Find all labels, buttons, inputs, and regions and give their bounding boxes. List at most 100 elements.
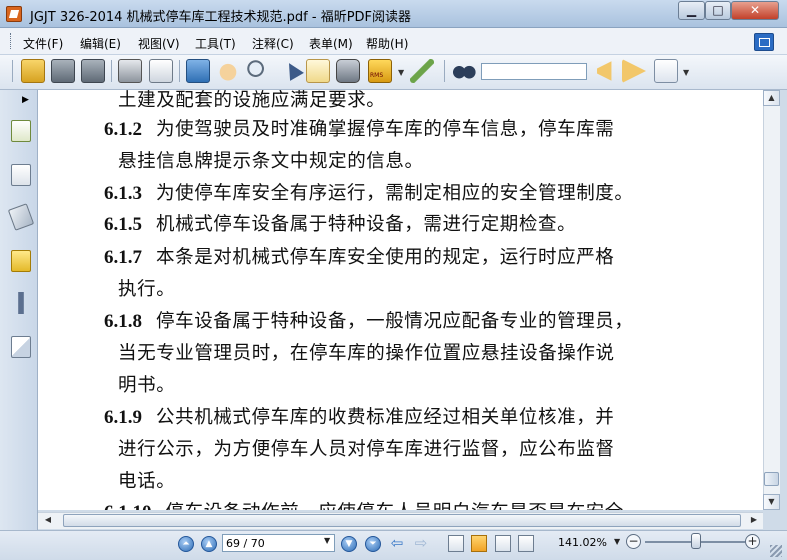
next-page-button[interactable]: ▼: [341, 536, 357, 552]
clause-number: 6.1.9: [104, 407, 142, 428]
zoom-level[interactable]: 141.02%: [558, 536, 607, 549]
rms-label: RMS: [370, 72, 384, 79]
zoom-in-button[interactable]: +: [745, 534, 760, 549]
clause-number: 6.1.2: [104, 119, 142, 140]
continuous-facing-view-icon[interactable]: [518, 535, 534, 552]
text-select-icon[interactable]: [306, 59, 330, 83]
search-options-icon[interactable]: [654, 59, 678, 83]
clause-text: 机械式停车设备属于特种设备，需进行定期检查。: [156, 214, 577, 235]
clause-number: 6.1.8: [104, 311, 142, 332]
doc-line: 执行。: [104, 275, 175, 301]
email-icon[interactable]: [149, 59, 173, 83]
clause-number: 6.1.3: [104, 183, 142, 204]
minimize-button[interactable]: ▁: [678, 1, 705, 20]
open-icon[interactable]: [21, 59, 45, 83]
back-view-icon[interactable]: ⇦: [388, 535, 406, 551]
scroll-left-button[interactable]: ◀: [40, 513, 56, 528]
toolbar-separator: [179, 60, 180, 82]
continuous-view-icon[interactable]: [471, 535, 487, 552]
menu-file[interactable]: 文件(F): [23, 35, 63, 52]
clause-text: 本条是对机械式停车库安全使用的规定，运行时应严格: [156, 247, 615, 268]
menu-help[interactable]: 帮助(H): [366, 35, 408, 52]
previous-page-button[interactable]: ▲: [201, 536, 217, 552]
menu-edit[interactable]: 编辑(E): [80, 35, 121, 52]
maximize-button[interactable]: □: [705, 1, 731, 20]
clause-text: 明书。: [118, 375, 176, 396]
scroll-down-button[interactable]: ▼: [763, 494, 780, 510]
zoom-out-button[interactable]: −: [626, 534, 641, 549]
clause-text: 停车设备动作前，应使停车人员明白汽车是否是在安全: [166, 502, 624, 510]
zoom-dropdown-arrow[interactable]: ▼: [614, 537, 620, 546]
zoom-tool-icon[interactable]: [246, 59, 270, 83]
comments-icon[interactable]: [11, 250, 31, 272]
clause-text: 公共机械式停车库的收费标准应经过相关单位核准，并: [156, 407, 615, 428]
close-button[interactable]: ✕: [731, 1, 779, 20]
print-icon[interactable]: [118, 59, 142, 83]
forward-view-icon[interactable]: ⇨: [412, 535, 430, 551]
scroll-right-button[interactable]: ▶: [746, 513, 762, 528]
document-area[interactable]: 土建及配套的设施应满足要求。 6.1.2 为使驾驶员及时准确掌握停车库的停车信息，…: [38, 90, 763, 510]
clause-text: 土建及配套的设施应满足要求。: [118, 90, 386, 111]
single-page-view-icon[interactable]: [448, 535, 464, 552]
select-arrow-icon[interactable]: [278, 59, 302, 83]
find-binoculars-icon[interactable]: [452, 59, 476, 83]
search-input[interactable]: [481, 63, 587, 80]
snapshot-icon[interactable]: [336, 59, 360, 83]
rms-lock-icon[interactable]: RMS: [368, 59, 392, 83]
clause-text: 执行。: [118, 279, 176, 300]
signatures-icon[interactable]: [11, 336, 31, 358]
menu-forms[interactable]: 表单(M): [309, 35, 353, 52]
page-dropdown-arrow[interactable]: ▼: [324, 536, 330, 545]
clause-text: 为使驾驶员及时准确掌握停车库的停车信息，停车库需: [156, 119, 615, 140]
restore-document-icon[interactable]: [754, 33, 774, 51]
foxit-app-icon[interactable]: [6, 6, 22, 22]
bookmarks-icon[interactable]: [11, 120, 31, 142]
menu-comment[interactable]: 注释(C): [252, 35, 294, 52]
pages-icon[interactable]: [11, 164, 31, 186]
clause-text: 当无专业管理员时，在停车库的操作位置应悬挂设备操作说: [118, 343, 615, 364]
toolbar-separator: [444, 60, 445, 82]
toolbar-separator: [111, 60, 112, 82]
toolbar-grip[interactable]: [12, 60, 13, 82]
search-options-dropdown-arrow[interactable]: ▼: [683, 68, 689, 77]
doc-line: 6.1.8 停车设备属于特种设备，一般情况应配备专业的管理员，: [104, 307, 634, 333]
rms-dropdown-arrow[interactable]: ▼: [398, 68, 404, 77]
fullscreen-icon[interactable]: [186, 59, 210, 83]
doc-line: 进行公示，为方便停车人员对停车库进行监督，应公布监督: [104, 435, 615, 461]
doc-line: 6.1.5 机械式停车设备属于特种设备，需进行定期检查。: [104, 210, 576, 236]
clause-text: 停车设备属于特种设备，一般情况应配备专业的管理员，: [156, 311, 634, 332]
clause-number: 6.1.10: [104, 502, 152, 510]
save-icon[interactable]: [51, 59, 75, 83]
horizontal-scroll-thumb[interactable]: [63, 514, 741, 527]
doc-line: 明书。: [104, 371, 175, 397]
menu-tools[interactable]: 工具(T): [195, 35, 236, 52]
doc-line: 当无专业管理员时，在停车库的操作位置应悬挂设备操作说: [104, 339, 615, 365]
page-number-input[interactable]: 69 / 70: [222, 534, 335, 552]
first-page-button[interactable]: ⏶: [178, 536, 194, 552]
zoom-slider-thumb[interactable]: [691, 533, 701, 549]
sign-icon[interactable]: [410, 59, 434, 83]
pdf-page[interactable]: 土建及配套的设施应满足要求。 6.1.2 为使驾驶员及时准确掌握停车库的停车信息，…: [38, 90, 763, 510]
scroll-up-button[interactable]: ▲: [763, 90, 780, 106]
doc-line: 电话。: [104, 467, 175, 493]
save-as-icon[interactable]: [81, 59, 105, 83]
doc-line: 6.1.3 为使停车库安全有序运行，需制定相应的安全管理制度。: [104, 179, 634, 205]
menu-grip[interactable]: [10, 33, 13, 49]
clause-number: 6.1.7: [104, 247, 142, 268]
panel-toggle-icon[interactable]: ▶: [22, 95, 29, 105]
clause-text: 进行公示，为方便停车人员对停车库进行监督，应公布监督: [118, 439, 615, 460]
attachments-icon[interactable]: [11, 292, 31, 314]
resize-grip[interactable]: [770, 545, 782, 557]
window-border: [780, 90, 787, 530]
menu-view[interactable]: 视图(V): [138, 35, 180, 52]
doc-line: 6.1.9 公共机械式停车库的收费标准应经过相关单位核准，并: [104, 403, 614, 429]
last-page-button[interactable]: ⏷: [365, 536, 381, 552]
doc-line: 6.1.7 本条是对机械式停车库安全使用的规定，运行时应严格: [104, 243, 614, 269]
facing-view-icon[interactable]: [495, 535, 511, 552]
clause-text: 电话。: [118, 471, 176, 492]
clause-number: 6.1.5: [104, 214, 142, 235]
hand-tool-icon[interactable]: [216, 59, 240, 83]
doc-line: 6.1.10 停车设备动作前，应使停车人员明白汽车是否是在安全: [104, 498, 624, 510]
vertical-scroll-thumb[interactable]: [764, 472, 779, 486]
vertical-scrollbar[interactable]: [763, 90, 780, 510]
